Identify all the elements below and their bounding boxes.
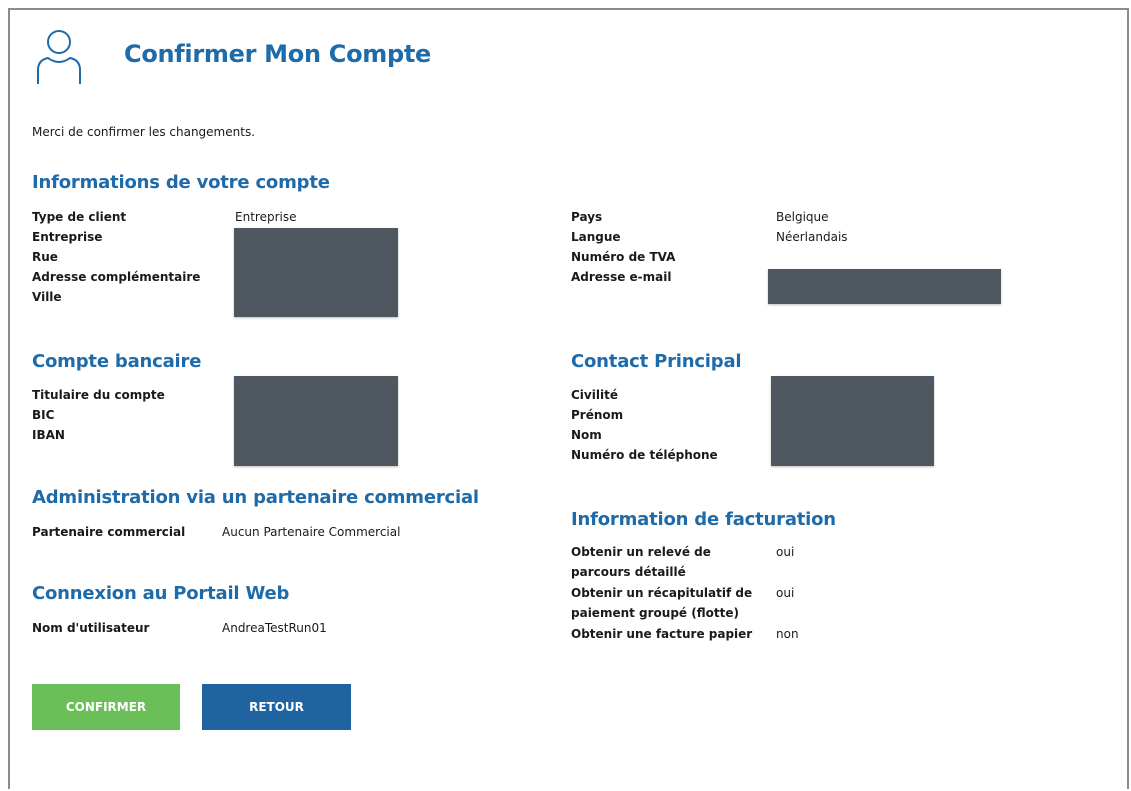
redacted-block bbox=[234, 228, 398, 317]
label-company: Entreprise bbox=[32, 230, 103, 244]
label-street: Rue bbox=[32, 250, 58, 264]
value-paper-invoice: non bbox=[776, 627, 799, 641]
account-values-right: Belgique Néerlandais bbox=[776, 207, 848, 247]
account-labels-left: Type de client Entreprise Rue Adresse co… bbox=[32, 207, 200, 307]
user-icon bbox=[37, 30, 81, 84]
label-paper-invoice: Obtenir une facture papier bbox=[571, 627, 753, 641]
value-client-type: Entreprise bbox=[235, 210, 297, 224]
label-first-name: Prénom bbox=[571, 408, 624, 422]
label-address-extra: Adresse complémentaire bbox=[32, 270, 201, 284]
section-heading-contact: Contact Principal bbox=[571, 351, 742, 372]
label-email: Adresse e-mail bbox=[571, 270, 672, 284]
label-detailed-statement: Obtenir un relevé de parcours détaillé bbox=[571, 545, 711, 579]
label-grouped-summary: Obtenir un récapitulatif de paiement gro… bbox=[571, 586, 753, 620]
label-country: Pays bbox=[571, 210, 603, 224]
section-heading-admin: Administration via un partenaire commerc… bbox=[32, 487, 479, 508]
redacted-block bbox=[768, 269, 1001, 304]
label-civility: Civilité bbox=[571, 388, 618, 402]
value-username: AndreaTestRun01 bbox=[222, 621, 327, 635]
intro-text: Merci de confirmer les changements. bbox=[32, 125, 256, 139]
section-heading-portal: Connexion au Portail Web bbox=[32, 583, 290, 604]
label-vat: Numéro de TVA bbox=[571, 250, 676, 264]
redacted-block bbox=[771, 376, 934, 466]
section-heading-billing: Information de facturation bbox=[571, 509, 836, 530]
page-title: Confirmer Mon Compte bbox=[124, 40, 432, 68]
bank-labels: Titulaire du compte BIC IBAN bbox=[32, 385, 165, 445]
label-language: Langue bbox=[571, 230, 621, 244]
label-city: Ville bbox=[32, 290, 62, 304]
label-username: Nom d'utilisateur bbox=[32, 621, 150, 635]
label-phone: Numéro de téléphone bbox=[571, 448, 718, 462]
label-partner: Partenaire commercial bbox=[32, 525, 186, 539]
confirm-button[interactable]: CONFIRMER bbox=[32, 684, 180, 730]
label-client-type: Type de client bbox=[32, 210, 127, 224]
section-heading-account: Informations de votre compte bbox=[32, 172, 330, 193]
contact-labels: Civilité Prénom Nom Numéro de téléphone bbox=[571, 385, 718, 465]
value-detailed-statement: oui bbox=[776, 545, 795, 559]
value-partner: Aucun Partenaire Commercial bbox=[222, 525, 401, 539]
value-language: Néerlandais bbox=[776, 230, 848, 244]
redacted-block bbox=[234, 376, 398, 466]
value-grouped-summary: oui bbox=[776, 586, 795, 600]
account-labels-right: Pays Langue Numéro de TVA Adresse e-mail bbox=[571, 207, 675, 287]
back-button[interactable]: RETOUR bbox=[202, 684, 351, 730]
label-iban: IBAN bbox=[32, 428, 65, 442]
label-last-name: Nom bbox=[571, 428, 602, 442]
label-account-holder: Titulaire du compte bbox=[32, 388, 165, 402]
value-country: Belgique bbox=[776, 210, 829, 224]
label-bic: BIC bbox=[32, 408, 55, 422]
section-heading-bank: Compte bancaire bbox=[32, 351, 202, 372]
